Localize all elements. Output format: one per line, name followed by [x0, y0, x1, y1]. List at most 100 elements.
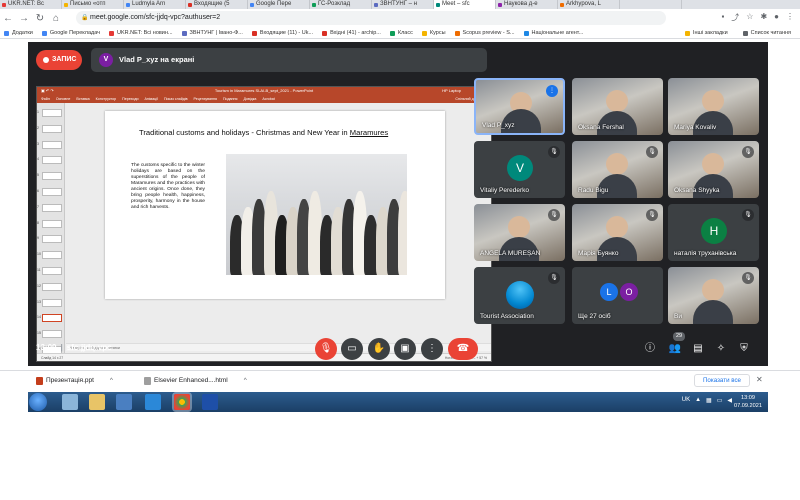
browser-tab[interactable]: Письмо «отп: [62, 0, 124, 9]
tab-label: Наукова д-е: [504, 1, 538, 7]
browser-tab[interactable]: Ludmyla Arn: [124, 0, 186, 9]
system-tray: UK ▲ ▦ ▭ ◀: [682, 397, 732, 404]
participant-name: Oksana Fershal: [578, 124, 624, 131]
participant-tile[interactable]: 🎙 Марія Буянко: [572, 204, 663, 261]
tab-label: Входящие (5: [194, 1, 230, 7]
tray-arrow-icon[interactable]: ▲: [695, 397, 701, 404]
taskbar-clock[interactable]: 13:09 07.09.2021: [734, 394, 762, 410]
bookmark-item[interactable]: ЗВНТУНГ | Івано-Ф...: [178, 28, 248, 38]
bookmark-item[interactable]: Національне агент...: [520, 28, 589, 38]
close-icon[interactable]: ✕: [756, 375, 763, 384]
browser-tab[interactable]: UKR.NET: Вс: [0, 0, 62, 9]
profile-avatar[interactable]: ●: [774, 12, 779, 23]
browser-tab[interactable]: Arkhypova, L: [558, 0, 620, 9]
folder-icon[interactable]: [89, 394, 105, 410]
participant-tile[interactable]: L O Ще 27 осіб: [572, 267, 663, 324]
word-icon[interactable]: [202, 394, 218, 410]
battery-icon[interactable]: ▭: [717, 397, 723, 404]
mic-off-icon: 🎙: [646, 209, 658, 221]
menu-icon[interactable]: ⋮: [786, 12, 794, 23]
show-all-button[interactable]: Показати все: [694, 374, 750, 387]
participant-tile[interactable]: Mariya Kovaliv: [668, 78, 759, 135]
bookmarks-right: Інші закладки Список читання: [680, 28, 796, 38]
bookmark-item[interactable]: Google Перекладач: [38, 28, 105, 38]
browser-tab[interactable]: Google Пере: [248, 0, 310, 9]
download-item[interactable]: Elsevier Enhanced....html ^: [142, 375, 247, 387]
reload-icon[interactable]: ↻: [32, 13, 48, 24]
participant-tile[interactable]: 🎙 Radu Bigu: [572, 141, 663, 198]
browser-tab[interactable]: Meet – sfc: [434, 0, 496, 9]
participant-tile[interactable]: 🎙 Tourist Association: [474, 267, 565, 324]
participant-face: [702, 90, 724, 112]
browser-tab[interactable]: Наукова д-е: [496, 0, 558, 9]
bookmark-reading-list[interactable]: Список читання: [739, 28, 796, 38]
ppt-thumbnail-number: 8: [37, 220, 39, 225]
people-button[interactable]: 👥: [667, 341, 683, 357]
browser-tab[interactable]: Входящие (5: [186, 0, 248, 9]
participant-tile[interactable]: ⋮ Vlad P_xyz: [474, 78, 565, 135]
bookmark-item[interactable]: Курсы: [418, 28, 451, 38]
extensions-icon[interactable]: ✱: [760, 12, 767, 23]
save-icon[interactable]: [116, 394, 132, 410]
host-controls-button[interactable]: ⛨: [736, 341, 752, 357]
ppt-thumbnail-number: 7: [37, 204, 39, 209]
back-icon[interactable]: ←: [0, 13, 16, 24]
participant-avatar: V: [507, 155, 533, 181]
download-item[interactable]: Презентація.ppt ^: [34, 375, 113, 387]
tab-favicon-icon: [374, 3, 378, 7]
url-field[interactable]: 🔒 meet.google.com/sfc-jjdq-vpc?authuser=…: [76, 11, 666, 25]
participant-body: [693, 300, 733, 324]
more-options-button[interactable]: ⋮: [421, 338, 443, 360]
html-file-icon: [144, 377, 151, 385]
bookmark-item[interactable]: Scopus preview - S...: [451, 28, 520, 38]
participant-tile[interactable]: V 🎙 Vitaliy Perederko: [474, 141, 565, 198]
bookmark-favicon-icon: [454, 31, 460, 36]
star-icon[interactable]: ☆: [746, 12, 753, 23]
participant-tile[interactable]: Н 🎙 наталія труханівська: [668, 204, 759, 261]
chat-button[interactable]: ▤: [690, 341, 706, 357]
participant-body: [597, 237, 637, 261]
participant-tile[interactable]: Oksana Fershal: [572, 78, 663, 135]
camera-button[interactable]: ▭: [341, 338, 363, 360]
browser-tab[interactable]: ЗВНТУНГ – н: [372, 0, 434, 9]
activities-button[interactable]: ✧: [713, 341, 729, 357]
present-button[interactable]: ▣: [394, 338, 416, 360]
volume-icon[interactable]: ◀: [727, 397, 732, 404]
bookmark-favicon-icon: [109, 31, 115, 36]
mic-off-icon: 🎙: [742, 209, 754, 221]
info-button[interactable]: ⓘ: [642, 341, 658, 357]
file-icon[interactable]: [62, 394, 78, 410]
participant-tile[interactable]: 🎙 ANGELA MUREȘAN: [474, 204, 565, 261]
bookmark-other[interactable]: Інші закладки: [681, 28, 733, 38]
share-icon[interactable]: ⤴: [731, 12, 739, 23]
participant-tile[interactable]: 🎙 Oksana Shyyka: [668, 141, 759, 198]
bookmark-item[interactable]: Класс: [386, 28, 418, 38]
language-indicator[interactable]: UK: [682, 397, 690, 404]
ppt-thumbnail: 14: [37, 314, 62, 323]
slide-title: Traditional customs and holidays - Chris…: [139, 128, 389, 137]
raise-hand-button[interactable]: ✋: [368, 338, 390, 360]
chevron-up-icon[interactable]: ^: [110, 377, 113, 384]
bookmark-item[interactable]: Вхідні (41) - archip...: [318, 28, 386, 38]
chrome-icon[interactable]: [174, 394, 190, 410]
ppt-ribbon-tab: Acrobat: [262, 97, 275, 101]
leave-call-button[interactable]: ☎: [448, 338, 478, 360]
edge-icon[interactable]: [145, 394, 161, 410]
tab-favicon-icon: [2, 3, 6, 7]
camera-icon[interactable]: ▪: [721, 12, 724, 23]
participant-tile[interactable]: 🎙 Ви: [668, 267, 759, 324]
browser-tab[interactable]: ГС-Розклад: [310, 0, 372, 9]
bookmark-item[interactable]: Входящие (11) - Uk...: [248, 28, 318, 38]
start-button[interactable]: [29, 393, 47, 411]
home-icon[interactable]: ⌂: [48, 13, 64, 24]
ppt-thumbnail-number: 9: [37, 236, 39, 241]
forward-icon[interactable]: →: [16, 13, 32, 24]
mic-off-icon: 🎙: [548, 146, 560, 158]
network-icon[interactable]: ▦: [706, 397, 712, 404]
new-tab-button[interactable]: [620, 0, 682, 9]
tab-label: Письмо «отп: [70, 1, 106, 7]
bookmark-item[interactable]: Додатки: [0, 28, 38, 38]
bookmark-item[interactable]: UKR.NET: Всі новин...: [105, 28, 177, 38]
chevron-up-icon[interactable]: ^: [244, 377, 247, 384]
mic-off-button[interactable]: 🎙: [315, 338, 337, 360]
